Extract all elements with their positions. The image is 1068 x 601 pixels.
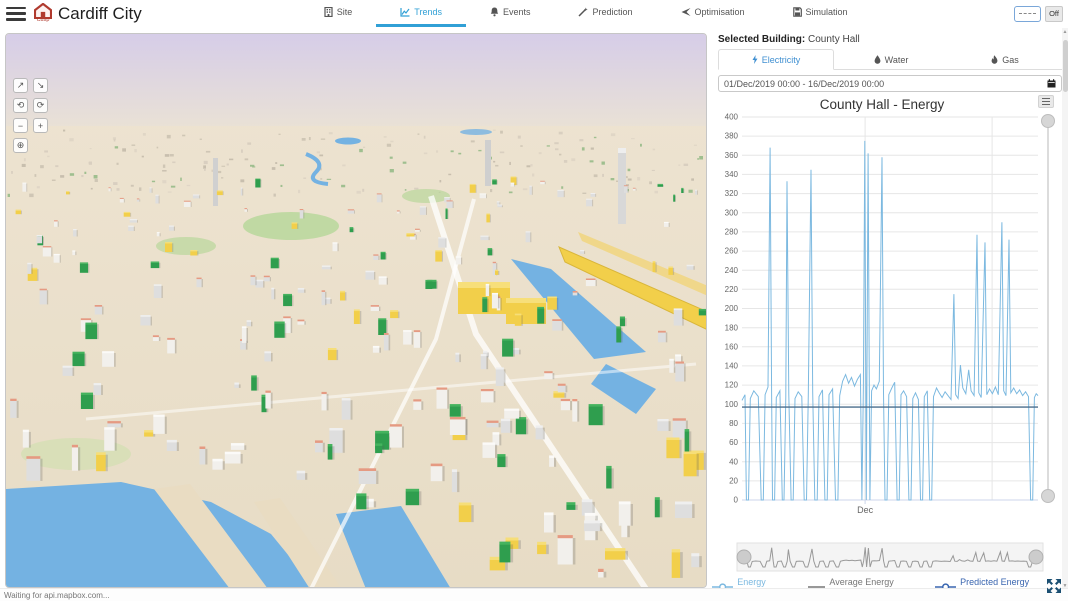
svg-text:80: 80 <box>729 419 738 428</box>
tab-events-label: Events <box>503 7 531 17</box>
svg-text:20: 20 <box>729 477 738 486</box>
tab-prediction-label: Prediction <box>592 7 632 17</box>
tab-prediction[interactable]: Prediction <box>554 0 656 27</box>
tab-simulation[interactable]: Simulation <box>769 0 872 27</box>
rotate-left-button[interactable]: ⟲ <box>13 98 28 113</box>
svg-text:200: 200 <box>725 304 739 313</box>
utility-tabs: Electricity Water Gas <box>718 49 1062 70</box>
navigator-left-handle[interactable] <box>737 550 751 564</box>
navbar-right-controls: Off <box>1014 6 1068 22</box>
chart-icon <box>400 7 410 17</box>
date-range-picker[interactable]: 01/Dec/2019 00:00 - 16/Dec/2019 00:00 <box>718 75 1062 92</box>
chart-title: County Hall - Energy <box>712 97 1052 112</box>
svg-text:120: 120 <box>725 381 739 390</box>
svg-text:220: 220 <box>725 285 739 294</box>
tab-optimisation[interactable]: Optimisation <box>657 0 769 27</box>
svg-text:260: 260 <box>725 247 739 256</box>
droplet-icon <box>874 55 881 64</box>
tab-trends-label: Trends <box>414 7 442 17</box>
tab-trends[interactable]: Trends <box>376 0 466 27</box>
status-text: Waiting for api.mapbox.com... <box>4 591 110 600</box>
logo-subtext: Cusp <box>37 18 50 24</box>
map-controls: ↗ ↘ ⟲ ⟳−+ ⊕ <box>13 78 53 153</box>
scrollbar-thumb[interactable] <box>1063 40 1068 92</box>
tab-water[interactable]: Water <box>834 49 948 70</box>
energy-chart-card: County Hall - Energy 0 20 40 60 80 100 120 140 1… <box>712 95 1068 600</box>
tilt-down-button[interactable]: ↘ <box>33 78 48 93</box>
rotate-right-button[interactable]: ⟳ <box>33 98 48 113</box>
off-button[interactable]: Off <box>1045 6 1063 22</box>
svg-text:340: 340 <box>725 170 739 179</box>
top-navbar: Cusp Cardiff City Site Trends <box>0 0 1068 27</box>
nav-tabs: Site Trends Events <box>300 0 872 27</box>
tab-optimisation-label: Optimisation <box>695 7 745 17</box>
navigator-right-handle[interactable] <box>1029 550 1043 564</box>
svg-text:360: 360 <box>725 151 739 160</box>
tab-water-label: Water <box>885 55 909 65</box>
date-range-value: 01/Dec/2019 00:00 - 16/Dec/2019 00:00 <box>724 79 884 89</box>
tab-electricity[interactable]: Electricity <box>718 49 834 70</box>
flame-icon <box>991 55 998 64</box>
calendar-icon <box>1047 79 1056 88</box>
chart-navigator[interactable] <box>736 542 1044 572</box>
svg-text:240: 240 <box>725 266 739 275</box>
dart-icon <box>681 7 691 17</box>
svg-text:280: 280 <box>725 228 739 237</box>
center-button[interactable]: ⊕ <box>13 138 28 153</box>
svg-text:40: 40 <box>729 457 738 466</box>
svg-text:400: 400 <box>725 113 739 122</box>
svg-text:300: 300 <box>725 208 739 217</box>
tab-simulation-label: Simulation <box>806 7 848 17</box>
svg-text:100: 100 <box>725 400 739 409</box>
building-detail-panel: Selected Building: County Hall Electrici… <box>712 28 1068 590</box>
tilt-up-button[interactable]: ↗ <box>13 78 28 93</box>
svg-text:320: 320 <box>725 189 739 198</box>
chart-context-menu-button[interactable] <box>1038 95 1054 108</box>
svg-text:0: 0 <box>734 496 739 505</box>
disk-icon <box>793 7 802 17</box>
browser-status-bar: Waiting for api.mapbox.com... <box>0 588 1068 601</box>
zoom-out-button[interactable]: − <box>13 118 28 133</box>
svg-text:140: 140 <box>725 362 739 371</box>
tab-gas[interactable]: Gas <box>948 49 1062 70</box>
menu-icon[interactable] <box>6 7 26 21</box>
svg-text:60: 60 <box>729 438 738 447</box>
selected-building: Selected Building: County Hall <box>712 28 1068 49</box>
panel-scrollbar[interactable]: ▲ ▼ <box>1062 28 1068 590</box>
selected-building-value: County Hall <box>808 34 860 45</box>
svg-text:180: 180 <box>725 323 739 332</box>
dashed-line-icon <box>1019 13 1036 14</box>
scroll-up-icon[interactable]: ▲ <box>1062 29 1068 35</box>
energy-chart[interactable]: 0 20 40 60 80 100 120 140 160 180 200 220 240 260 280 3… <box>714 111 1058 523</box>
tab-events[interactable]: Events <box>466 0 555 27</box>
tab-gas-label: Gas <box>1002 55 1019 65</box>
svg-text:380: 380 <box>725 132 739 141</box>
bell-icon <box>490 7 499 17</box>
fullscreen-icon[interactable] <box>1045 577 1063 595</box>
page-title: Cardiff City <box>58 4 142 24</box>
tab-site[interactable]: Site <box>300 0 377 27</box>
bolt-icon <box>752 55 758 64</box>
map-view[interactable]: ↗ ↘ ⟲ ⟳−+ ⊕ <box>5 33 707 588</box>
application-window: Cusp Cardiff City Site Trends <box>0 0 1068 601</box>
svg-text:Dec: Dec <box>857 505 874 515</box>
building-icon <box>324 7 333 17</box>
tab-electricity-label: Electricity <box>762 55 801 65</box>
svg-text:160: 160 <box>725 342 739 351</box>
selection-tool-button[interactable] <box>1014 6 1041 22</box>
selected-building-label: Selected Building: <box>718 34 805 45</box>
tab-site-label: Site <box>337 7 353 17</box>
app-logo: Cusp <box>34 3 52 24</box>
zoom-in-button[interactable]: + <box>33 118 48 133</box>
wand-icon <box>578 7 588 17</box>
map-3d-scene[interactable] <box>6 34 707 588</box>
